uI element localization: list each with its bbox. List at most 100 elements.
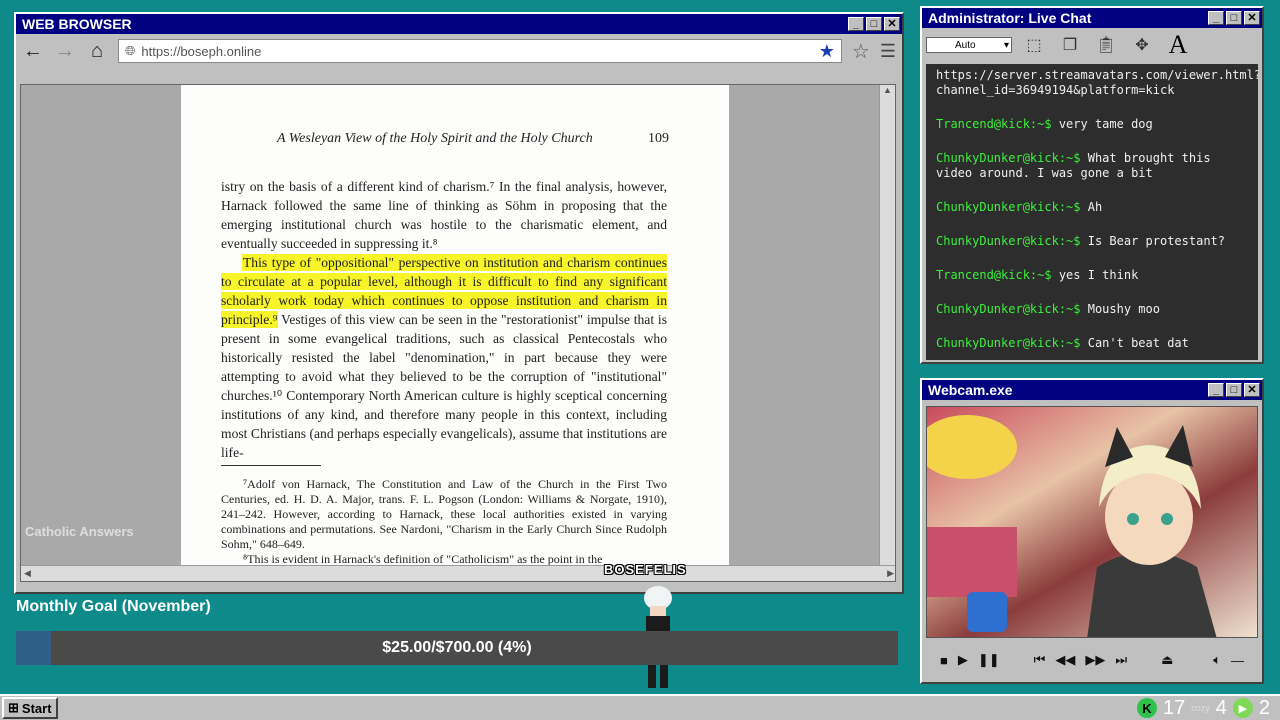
chat-username: ChunkyDunker@kick:~$ [936,302,1081,316]
document-page: A Wesleyan View of the Holy Spirit and t… [181,85,729,581]
windows-logo-icon: ⊞ [8,700,19,715]
chat-message: ChunkyDunker@kick:~$ Ah [936,200,1248,215]
fast-forward-icon[interactable]: ▶▶ [1085,652,1105,668]
chat-username: ChunkyDunker@kick:~$ [936,234,1081,248]
chat-title: Administrator: Live Chat [928,10,1092,26]
tray-count-3: 2 [1258,696,1270,719]
taskbar: ⊞ Start K 17 cozy 4 ▶ 2 [0,694,1280,720]
chat-username: ChunkyDunker@kick:~$ [936,151,1081,165]
live-chat-window: Administrator: Live Chat _ □ ✕ Auto ▾ ⬚ ❐… [920,6,1264,364]
browser-window: WEB BROWSER _ □ ✕ ← → ⌂ 🌐︎ https://bosep… [14,12,904,594]
goal-progress-text: $25.00/$700.00 (4%) [382,639,532,656]
chat-log: https://server.streamavatars.com/viewer.… [926,64,1258,360]
start-button[interactable]: ⊞ Start [2,697,58,719]
maximize-button[interactable]: □ [1226,11,1242,25]
close-button[interactable]: ✕ [884,17,900,31]
paste-icon[interactable]: 📋︎ [1092,31,1120,59]
chat-message: ChunkyDunker@kick:~$ Can't beat dat [936,336,1248,351]
rumble-logo-icon: ▶ [1232,698,1253,718]
system-tray: K 17 cozy 4 ▶ 2 [1136,696,1278,720]
scroll-left-icon[interactable]: ◀ [24,568,31,579]
auto-dropdown[interactable]: Auto ▾ [926,37,1012,53]
auto-label: Auto [955,39,976,51]
minimize-button[interactable]: _ [1208,383,1224,397]
pause-icon[interactable]: ❚❚ [978,652,1000,668]
streamer-name-tag: BOSEFELIS [604,562,687,577]
page-number: 109 [648,131,669,146]
paragraph-2: This type of "oppositional" perspective … [221,253,667,462]
catholic-answers-watermark: Catholic Answers [25,524,134,539]
avatar-sweater [1087,552,1217,637]
eject-icon[interactable]: ⏏ [1161,652,1173,668]
tray-count-2: 4 [1215,696,1227,719]
play-icon[interactable]: ▶ [958,652,968,668]
maximize-button[interactable]: □ [866,17,882,31]
chevron-down-icon: ▾ [1003,39,1009,51]
webcam-titlebar[interactable]: Webcam.exe _ □ ✕ [922,380,1262,400]
goal-progress-bar: $25.00/$700.00 (4%) [16,631,898,665]
footnote-7: ⁷Adolf von Harnack, The Constitution and… [221,477,667,551]
move-icon[interactable]: ✥ [1128,31,1156,59]
kick-logo-icon: K [1136,698,1157,718]
close-button[interactable]: ✕ [1244,383,1260,397]
chat-message: ChunkyDunker@kick:~$ What brought this v… [936,151,1248,181]
chat-text: Ah [1087,200,1103,214]
chat-text: Moushy moo [1087,302,1160,316]
select-icon[interactable]: ⬚ [1020,31,1048,59]
horizontal-scrollbar[interactable]: ◀ ▶ [21,565,895,581]
scroll-up-icon[interactable]: ▲ [880,85,895,99]
chat-username: ChunkyDunker@kick:~$ [936,200,1081,214]
plush-toy [927,415,1017,479]
chat-username: ChunkyDunker@kick:~$ [936,336,1081,350]
maximize-button[interactable]: □ [1226,383,1242,397]
chat-username: Trancend@kick:~$ [936,268,1052,282]
skip-forward-icon[interactable]: ⏭ [1115,652,1127,668]
menu-icon[interactable]: ☰ [880,41,896,62]
media-controls: ■ ▶ ❚❚ ⏮ ◀◀ ▶▶ ⏭ ⏏ 🔈︎ — [926,644,1258,676]
rewind-icon[interactable]: ◀◀ [1055,652,1075,668]
font-icon[interactable]: A [1164,30,1192,59]
scroll-right-icon[interactable]: ▶ [887,568,894,579]
chat-text: Is Bear protestant? [1087,234,1226,248]
chat-text: very tame dog [1058,117,1153,131]
browser-title: WEB BROWSER [22,16,132,32]
browser-navbar: ← → ⌂ 🌐︎ https://boseph.online ★ ☆ ☰ [16,34,902,68]
minimize-button[interactable]: _ [1208,11,1224,25]
volume-slider[interactable]: — [1231,653,1244,668]
webcam-feed [926,406,1258,638]
running-head: A Wesleyan View of the Holy Spirit and t… [277,131,593,146]
paragraph-2-rest: Vestiges of this view can be seen in the… [221,312,667,460]
home-icon[interactable]: ⌂ [86,40,108,63]
chat-message: Trancend@kick:~$ very tame dog [936,117,1248,132]
stop-icon[interactable]: ■ [940,653,948,668]
minimize-button[interactable]: _ [848,17,864,31]
webcam-window: Webcam.exe _ □ ✕ ■ ▶ ❚❚ ⏮ ◀◀ ▶▶ ⏭ ⏏ 🔈︎ — [920,378,1264,684]
chat-titlebar[interactable]: Administrator: Live Chat _ □ ✕ [922,8,1262,28]
vertical-scrollbar[interactable]: ▲ [879,85,895,567]
footnotes: ⁷Adolf von Harnack, The Constitution and… [221,477,667,567]
back-arrow-icon[interactable]: ← [22,40,44,63]
address-bar[interactable]: 🌐︎ https://boseph.online ★ [118,39,842,63]
chat-text: yes I think [1058,268,1139,282]
bookmark-star-filled-icon[interactable]: ★ [819,41,835,62]
chat-link-line: https://server.streamavatars.com/viewer.… [936,68,1258,97]
copy-icon[interactable]: ❐ [1056,31,1084,59]
footnote-divider [221,465,321,466]
chat-message: Trancend@kick:~$ yes I think [936,268,1248,283]
browser-titlebar[interactable]: WEB BROWSER _ □ ✕ [16,14,902,34]
mug [967,592,1007,632]
chat-message: ChunkyDunker@kick:~$ Moushy moo [936,302,1248,317]
avatar-illustration [927,415,1217,637]
start-label: Start [21,700,52,716]
bookmark-star-icon[interactable]: ☆ [852,39,870,64]
chat-text: Can't beat dat [1087,336,1189,350]
chat-username: Trancend@kick:~$ [936,117,1052,131]
skip-back-icon[interactable]: ⏮ [1034,652,1046,668]
close-button[interactable]: ✕ [1244,11,1260,25]
paragraph-1: istry on the basis of a different kind o… [221,179,667,251]
webcam-title: Webcam.exe [928,382,1013,398]
globe-icon: 🌐︎ [125,43,136,58]
forward-arrow-icon[interactable]: → [54,40,76,63]
chat-message: ChunkyDunker@kick:~$ Is Bear protestant? [936,234,1248,249]
volume-icon[interactable]: 🔈︎ [1213,652,1221,668]
